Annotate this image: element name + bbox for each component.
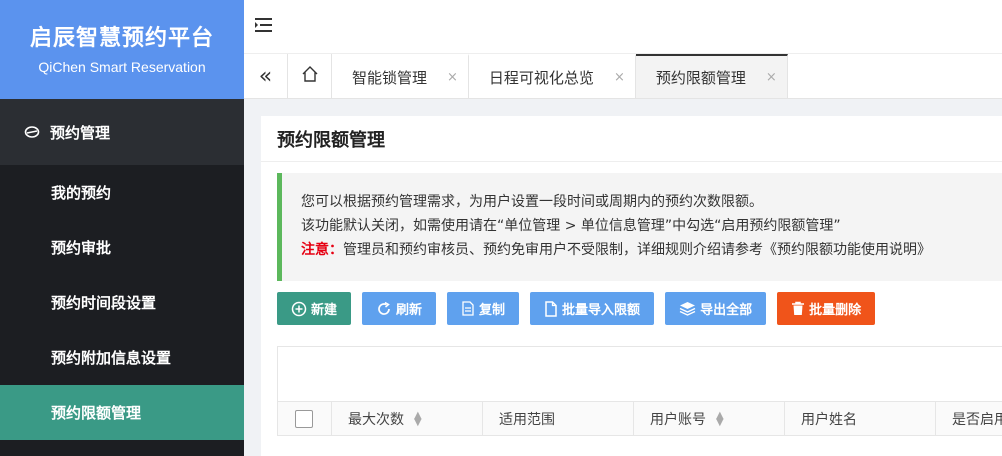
sidebar-item-timeslot[interactable]: 预约时间段设置 (0, 275, 244, 330)
trash-icon (791, 301, 805, 316)
column-max-count[interactable]: 最大次数 ▲ ▼ (332, 402, 483, 435)
column-user-account[interactable]: 用户账号 ▲ ▼ (634, 402, 785, 435)
column-label: 适用范围 (499, 411, 555, 428)
select-all-checkbox[interactable] (295, 409, 313, 428)
sidebar-item-extra-info[interactable]: 预约附加信息设置 (0, 330, 244, 385)
brand-header: 启辰智慧预约平台 QiChen Smart Reservation (0, 0, 244, 99)
notice-warning-label: 注意： (301, 242, 343, 258)
document-icon (461, 301, 475, 316)
tab-bar: « 智能锁管理 × 日程可视化总览 × 预约限额管理 × (244, 54, 1002, 99)
sidebar-item-label: 预约审批 (51, 239, 112, 257)
tab-smart-lock[interactable]: 智能锁管理 × (332, 54, 469, 98)
sidebar-item-my-reservations[interactable]: 我的预约 (0, 165, 244, 220)
close-icon[interactable]: × (614, 70, 625, 85)
table-toolbar-area (277, 346, 1002, 402)
menu-toggle-icon[interactable] (255, 17, 273, 37)
sidebar: 启辰智慧预约平台 QiChen Smart Reservation 预约管理 我… (0, 0, 244, 456)
column-label: 是否启用 (952, 411, 1002, 428)
export-all-button-label: 导出全部 (700, 303, 753, 318)
copy-button[interactable]: 复制 (447, 292, 520, 325)
sidebar-item-label: 我的预约 (51, 184, 112, 202)
batch-import-button[interactable]: 批量导入限额 (530, 292, 655, 325)
refresh-icon (376, 301, 392, 317)
column-label: 最大次数 (348, 411, 404, 428)
select-all-checkbox-cell (278, 402, 332, 435)
sidebar-group-reservation[interactable]: 预约管理 (0, 99, 244, 165)
tab-scroll-left-button[interactable]: « (244, 54, 288, 98)
notice-warning-text: 管理员和预约审核员、预约免审用户不受限制，详细规则介绍请参考《预约限额功能使用说… (343, 242, 931, 258)
tab-schedule-overview[interactable]: 日程可视化总览 × (469, 54, 636, 98)
home-icon (301, 64, 319, 89)
plus-circle-icon (291, 301, 307, 317)
toolbar: 新建 刷新 复制 批量导入限额 导出全部 批量删除 (277, 292, 886, 325)
info-notice: 您可以根据预约管理需求，为用户设置一段时间或周期内的预约次数限额。 该功能默认关… (277, 173, 1002, 281)
new-button-label: 新建 (311, 303, 338, 318)
brand-subtitle: QiChen Smart Reservation (38, 59, 206, 75)
sort-icon[interactable]: ▲ ▼ (716, 410, 724, 427)
notice-line-1: 您可以根据预约管理需求，为用户设置一段时间或周期内的预约次数限额。 (301, 194, 763, 210)
double-chevron-left-icon: « (258, 63, 273, 89)
link-icon (24, 124, 40, 140)
tab-label: 日程可视化总览 (488, 68, 594, 87)
close-icon[interactable]: × (766, 70, 777, 85)
notice-line-2: 该功能默认关闭，如需使用请在“单位管理 > 单位信息管理”中勾选“启用预约限额管… (301, 218, 841, 234)
tab-label: 预约限额管理 (655, 68, 746, 87)
export-all-button[interactable]: 导出全部 (665, 292, 767, 325)
column-label: 用户账号 (650, 411, 706, 428)
table-header: 最大次数 ▲ ▼ 适用范围 用户账号 ▲ ▼ 用户姓名 是否启用 (277, 402, 1002, 436)
sidebar-item-label: 预约附加信息设置 (51, 349, 172, 367)
sidebar-item-quota[interactable]: 预约限额管理 (0, 385, 244, 440)
refresh-button-label: 刷新 (396, 303, 423, 318)
batch-delete-button-label: 批量删除 (809, 303, 862, 318)
top-bar (244, 0, 1002, 54)
column-enabled: 是否启用 (936, 402, 1002, 435)
brand-title: 启辰智慧预约平台 (29, 26, 214, 51)
sort-icon[interactable]: ▲ ▼ (414, 410, 422, 427)
sidebar-item-label: 预约限额管理 (51, 404, 142, 422)
sidebar-item-approval[interactable]: 预约审批 (0, 220, 244, 275)
column-label: 用户姓名 (801, 411, 857, 428)
tab-home[interactable] (288, 54, 332, 98)
sidebar-item-label: 预约时间段设置 (51, 294, 157, 312)
refresh-button[interactable]: 刷新 (362, 292, 437, 325)
new-button[interactable]: 新建 (277, 292, 352, 325)
copy-button-label: 复制 (479, 303, 506, 318)
column-user-name: 用户姓名 (785, 402, 936, 435)
close-icon[interactable]: × (447, 70, 458, 85)
file-import-icon (544, 300, 558, 317)
batch-import-button-label: 批量导入限额 (562, 303, 641, 318)
tab-label: 智能锁管理 (352, 68, 428, 87)
sidebar-group-label: 预约管理 (50, 123, 111, 142)
page-title: 预约限额管理 (261, 116, 1002, 162)
batch-delete-button[interactable]: 批量删除 (777, 292, 876, 325)
column-scope: 适用范围 (483, 402, 634, 435)
tab-quota-management[interactable]: 预约限额管理 × (635, 54, 788, 98)
notice-line-3: 注意：管理员和预约审核员、预约免审用户不受限制，详细规则介绍请参考《预约限额功能… (301, 238, 1002, 262)
layers-icon (679, 301, 696, 316)
